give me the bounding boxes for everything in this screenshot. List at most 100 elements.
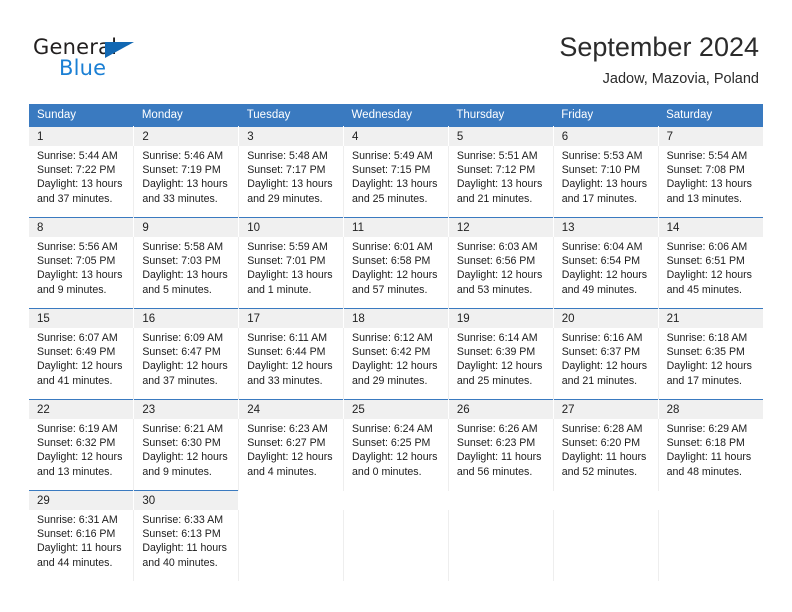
day-number[interactable]: 10 bbox=[238, 217, 345, 237]
day-number[interactable]: 26 bbox=[448, 399, 554, 419]
sunset-text: Sunset: 6:49 PM bbox=[37, 346, 116, 359]
day-cell[interactable]: Sunrise: 5:58 AM Sunset: 7:03 PM Dayligh… bbox=[133, 237, 240, 309]
daylight-text-cont: and 33 minutes. bbox=[247, 374, 323, 387]
day-number[interactable]: 28 bbox=[658, 399, 763, 419]
day-cell[interactable]: Sunrise: 6:03 AM Sunset: 6:56 PM Dayligh… bbox=[448, 237, 554, 309]
sunset-text: Sunset: 7:12 PM bbox=[456, 164, 536, 177]
day-cell[interactable]: Sunrise: 6:23 AM Sunset: 6:27 PM Dayligh… bbox=[238, 419, 345, 491]
day-number[interactable]: 20 bbox=[553, 308, 659, 328]
day-number[interactable]: 4 bbox=[343, 126, 449, 146]
day-number[interactable]: 8 bbox=[29, 217, 135, 237]
daylight-text-cont: and 41 minutes. bbox=[37, 374, 113, 387]
day-number[interactable]: 23 bbox=[133, 399, 240, 419]
day-number[interactable]: 18 bbox=[343, 308, 449, 328]
day-number[interactable]: 6 bbox=[553, 126, 659, 146]
daylight-text: Daylight: 11 hours bbox=[666, 451, 752, 464]
brand-logo-blue-text: Blue bbox=[59, 56, 107, 80]
day-cell[interactable]: Sunrise: 6:31 AM Sunset: 6:16 PM Dayligh… bbox=[29, 510, 135, 581]
day-cell[interactable]: Sunrise: 5:46 AM Sunset: 7:19 PM Dayligh… bbox=[133, 146, 240, 218]
sunrise-text: Sunrise: 5:51 AM bbox=[456, 150, 538, 162]
day-cell[interactable]: Sunrise: 5:53 AM Sunset: 7:10 PM Dayligh… bbox=[553, 146, 659, 218]
day-cell[interactable]: Sunrise: 5:48 AM Sunset: 7:17 PM Dayligh… bbox=[238, 146, 345, 218]
day-cell[interactable]: Sunrise: 5:56 AM Sunset: 7:05 PM Dayligh… bbox=[29, 237, 135, 309]
sunset-text: Sunset: 6:42 PM bbox=[352, 346, 431, 359]
day-number[interactable]: 21 bbox=[658, 308, 763, 328]
day-number[interactable]: 5 bbox=[448, 126, 554, 146]
day-number-empty bbox=[238, 490, 345, 510]
day-number[interactable]: 11 bbox=[343, 217, 449, 237]
sunrise-text: Sunrise: 5:53 AM bbox=[561, 150, 643, 162]
day-cell[interactable]: Sunrise: 6:26 AM Sunset: 6:23 PM Dayligh… bbox=[448, 419, 554, 491]
page-header: General Blue September 2024 Jadow, Mazov… bbox=[0, 0, 792, 104]
day-number[interactable]: 12 bbox=[448, 217, 554, 237]
calendar-body: 1 2 3 4 5 6 7 Sunrise: 5:44 AM Sunset: 7… bbox=[29, 126, 763, 581]
day-cell[interactable]: Sunrise: 6:28 AM Sunset: 6:20 PM Dayligh… bbox=[553, 419, 659, 491]
daylight-text-cont: and 17 minutes. bbox=[666, 374, 742, 387]
sunrise-text: Sunrise: 6:21 AM bbox=[142, 423, 224, 435]
sunrise-text: Sunrise: 6:16 AM bbox=[561, 332, 643, 344]
weekday-header-saturday: Saturday bbox=[658, 104, 763, 127]
day-number[interactable]: 2 bbox=[133, 126, 240, 146]
day-number[interactable]: 1 bbox=[29, 126, 135, 146]
sunset-text: Sunset: 6:39 PM bbox=[456, 346, 536, 359]
day-cell-empty bbox=[238, 510, 345, 581]
day-cell[interactable]: Sunrise: 5:59 AM Sunset: 7:01 PM Dayligh… bbox=[238, 237, 345, 309]
day-cell[interactable]: Sunrise: 5:54 AM Sunset: 7:08 PM Dayligh… bbox=[658, 146, 763, 218]
day-number[interactable]: 7 bbox=[658, 126, 763, 146]
day-number[interactable]: 27 bbox=[553, 399, 659, 419]
day-number[interactable]: 14 bbox=[658, 217, 763, 237]
day-cell[interactable]: Sunrise: 6:07 AM Sunset: 6:49 PM Dayligh… bbox=[29, 328, 135, 400]
daylight-text-cont: and 1 minute. bbox=[247, 283, 312, 296]
day-cell[interactable]: Sunrise: 6:04 AM Sunset: 6:54 PM Dayligh… bbox=[553, 237, 659, 309]
sunrise-text: Sunrise: 6:06 AM bbox=[666, 241, 748, 253]
day-cell[interactable]: Sunrise: 6:21 AM Sunset: 6:30 PM Dayligh… bbox=[133, 419, 240, 491]
day-cell[interactable]: Sunrise: 6:29 AM Sunset: 6:18 PM Dayligh… bbox=[658, 419, 763, 491]
day-cell[interactable]: Sunrise: 6:14 AM Sunset: 6:39 PM Dayligh… bbox=[448, 328, 554, 400]
sunrise-text: Sunrise: 6:07 AM bbox=[37, 332, 118, 344]
daylight-text: Daylight: 13 hours bbox=[561, 178, 648, 191]
week-row-daynumbers: 22 23 24 25 26 27 28 bbox=[29, 399, 763, 419]
day-number[interactable]: 19 bbox=[448, 308, 554, 328]
day-cell[interactable]: Sunrise: 6:01 AM Sunset: 6:58 PM Dayligh… bbox=[343, 237, 449, 309]
daylight-text: Daylight: 12 hours bbox=[352, 269, 438, 282]
day-cell[interactable]: Sunrise: 5:49 AM Sunset: 7:15 PM Dayligh… bbox=[343, 146, 449, 218]
day-cell[interactable]: Sunrise: 5:51 AM Sunset: 7:12 PM Dayligh… bbox=[448, 146, 554, 218]
title-block: September 2024 Jadow, Mazovia, Poland bbox=[559, 30, 759, 90]
brand-logo[interactable]: General Blue bbox=[33, 36, 213, 84]
day-cell[interactable]: Sunrise: 6:06 AM Sunset: 6:51 PM Dayligh… bbox=[658, 237, 763, 309]
sunrise-text: Sunrise: 6:12 AM bbox=[352, 332, 433, 344]
day-number[interactable]: 25 bbox=[343, 399, 449, 419]
day-cell[interactable]: Sunrise: 6:09 AM Sunset: 6:47 PM Dayligh… bbox=[133, 328, 240, 400]
sunrise-text: Sunrise: 5:56 AM bbox=[37, 241, 118, 253]
daylight-text: Daylight: 12 hours bbox=[142, 360, 228, 373]
day-cell[interactable]: Sunrise: 6:33 AM Sunset: 6:13 PM Dayligh… bbox=[133, 510, 240, 581]
day-number[interactable]: 29 bbox=[29, 490, 135, 510]
day-number[interactable]: 13 bbox=[553, 217, 659, 237]
sunset-text: Sunset: 6:27 PM bbox=[247, 437, 326, 450]
daylight-text-cont: and 0 minutes. bbox=[352, 465, 422, 478]
day-number[interactable]: 15 bbox=[29, 308, 135, 328]
day-cell[interactable]: Sunrise: 5:44 AM Sunset: 7:22 PM Dayligh… bbox=[29, 146, 135, 218]
day-number[interactable]: 22 bbox=[29, 399, 135, 419]
sunset-text: Sunset: 6:30 PM bbox=[142, 437, 221, 450]
day-cell[interactable]: Sunrise: 6:19 AM Sunset: 6:32 PM Dayligh… bbox=[29, 419, 135, 491]
daylight-text-cont: and 29 minutes. bbox=[247, 192, 323, 205]
day-cell[interactable]: Sunrise: 6:16 AM Sunset: 6:37 PM Dayligh… bbox=[553, 328, 659, 400]
sunrise-text: Sunrise: 5:58 AM bbox=[142, 241, 224, 253]
day-number[interactable]: 24 bbox=[238, 399, 345, 419]
day-cell[interactable]: Sunrise: 6:18 AM Sunset: 6:35 PM Dayligh… bbox=[658, 328, 763, 400]
daylight-text: Daylight: 12 hours bbox=[666, 269, 752, 282]
day-cell[interactable]: Sunrise: 6:24 AM Sunset: 6:25 PM Dayligh… bbox=[343, 419, 449, 491]
day-cell[interactable]: Sunrise: 6:12 AM Sunset: 6:42 PM Dayligh… bbox=[343, 328, 449, 400]
daylight-text-cont: and 44 minutes. bbox=[37, 556, 113, 569]
daylight-text: Daylight: 13 hours bbox=[247, 178, 333, 191]
day-number[interactable]: 30 bbox=[133, 490, 240, 510]
day-number[interactable]: 17 bbox=[238, 308, 345, 328]
sunset-text: Sunset: 7:08 PM bbox=[666, 164, 745, 177]
daylight-text-cont: and 4 minutes. bbox=[247, 465, 317, 478]
day-number[interactable]: 3 bbox=[238, 126, 345, 146]
day-number[interactable]: 16 bbox=[133, 308, 240, 328]
daylight-text-cont: and 13 minutes. bbox=[666, 192, 742, 205]
day-number[interactable]: 9 bbox=[133, 217, 240, 237]
day-cell[interactable]: Sunrise: 6:11 AM Sunset: 6:44 PM Dayligh… bbox=[238, 328, 345, 400]
